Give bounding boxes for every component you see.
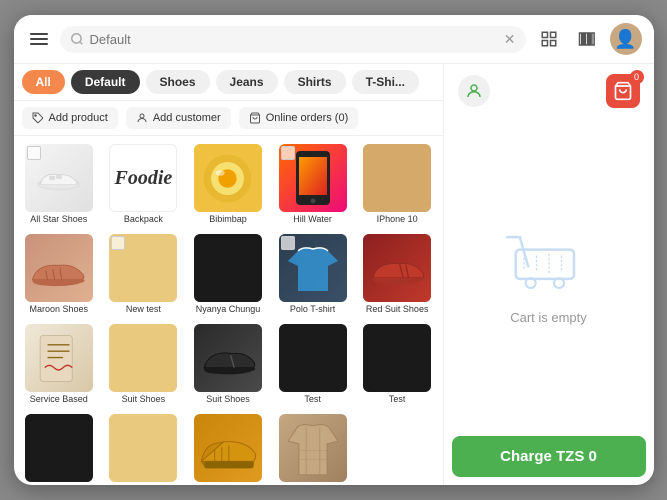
product-card[interactable]: All Star Shoes — [18, 140, 101, 228]
product-card[interactable]: Suit Shoes — [102, 320, 185, 408]
product-card[interactable]: Test — [356, 320, 439, 408]
cart-empty-area: Cart is empty — [444, 114, 654, 428]
avatar-image: 👤 — [614, 29, 636, 50]
hamburger-menu[interactable] — [26, 29, 52, 49]
product-name: Backpack — [124, 214, 163, 224]
product-image — [194, 234, 262, 302]
user-icon[interactable] — [458, 75, 490, 107]
left-panel: All Default Shoes Jeans Shirts T-Shi... … — [14, 64, 444, 485]
header: ✕ 👤 — [14, 15, 654, 64]
product-image — [279, 324, 347, 392]
tab-tshirts[interactable]: T-Shi... — [352, 70, 419, 94]
product-name: Bibimbap — [209, 214, 247, 224]
product-card[interactable]: Polo T-shirt — [271, 230, 354, 318]
product-image — [279, 234, 347, 302]
product-image — [363, 324, 431, 392]
tag-icon — [32, 112, 44, 124]
product-card[interactable]: Test — [18, 410, 101, 485]
product-card[interactable]: Suit Shoes — [187, 320, 270, 408]
search-bar[interactable]: ✕ — [60, 26, 526, 53]
product-card[interactable]: Test test — [102, 410, 185, 485]
product-image — [25, 234, 93, 302]
product-image — [25, 414, 93, 482]
header-icons: 👤 — [534, 23, 642, 55]
product-name: Maroon Shoes — [30, 304, 89, 314]
cart-empty-label: Cart is empty — [510, 310, 587, 325]
product-name: Service Based — [30, 394, 88, 404]
product-image — [279, 414, 347, 482]
online-orders-label: Online orders (0) — [266, 112, 349, 124]
product-name: Test — [304, 394, 321, 404]
products-grid: All Star Shoes Foodie Backpack — [14, 136, 443, 485]
category-tabs: All Default Shoes Jeans Shirts T-Shi... — [14, 64, 443, 101]
person-icon — [136, 112, 148, 124]
tab-all[interactable]: All — [22, 70, 65, 94]
product-name: New test — [126, 304, 161, 314]
add-customer-label: Add customer — [153, 112, 221, 124]
product-image — [109, 324, 177, 392]
product-image — [109, 414, 177, 482]
product-image: Foodie — [109, 144, 177, 212]
product-name: Suit Shoes — [206, 394, 250, 404]
product-card[interactable]: Foodie Backpack — [102, 140, 185, 228]
product-card[interactable]: Service Based — [18, 320, 101, 408]
product-image — [363, 144, 431, 212]
product-card[interactable]: New test — [102, 230, 185, 318]
product-name: Nyanya Chungu — [196, 304, 261, 314]
product-card[interactable]: IPhone 10 — [356, 140, 439, 228]
product-name: Polo T-shirt — [290, 304, 335, 314]
product-name: Test — [51, 484, 68, 485]
tab-default[interactable]: Default — [71, 70, 140, 94]
charge-button[interactable]: Charge TZS 0 — [452, 436, 646, 477]
product-image — [109, 234, 177, 302]
product-name: All Star Shoes — [30, 214, 87, 224]
tab-shoes[interactable]: Shoes — [146, 70, 210, 94]
add-customer-button[interactable]: Add customer — [126, 107, 231, 129]
product-name: Suit Shoes — [122, 394, 166, 404]
product-card[interactable]: Bibimbap — [187, 140, 270, 228]
product-card[interactable]: Red Suit Shoes — [356, 230, 439, 318]
grid-view-icon[interactable] — [534, 24, 564, 54]
product-image — [194, 414, 262, 482]
search-icon — [70, 32, 84, 46]
product-image — [194, 324, 262, 392]
product-image — [279, 144, 347, 212]
product-card[interactable]: Maroon Shoes — [18, 230, 101, 318]
action-bar: Add product Add customer Online orders (… — [14, 101, 443, 136]
main-content: All Default Shoes Jeans Shirts T-Shi... … — [14, 64, 654, 485]
product-name: Woman Coat — [286, 484, 338, 485]
cart-badge-wrap: 0 — [606, 74, 640, 108]
product-card[interactable]: Test — [271, 320, 354, 408]
cart-header: 0 — [444, 64, 654, 114]
barcode-icon[interactable] — [572, 24, 602, 54]
online-orders-button[interactable]: Online orders (0) — [239, 107, 359, 129]
tab-shirts[interactable]: Shirts — [284, 70, 346, 94]
product-image — [194, 144, 262, 212]
cart-panel: 0 Cart is e — [444, 64, 654, 485]
product-card[interactable]: Timberland Boo... — [187, 410, 270, 485]
product-card[interactable]: Woman Coat — [271, 410, 354, 485]
tab-jeans[interactable]: Jeans — [216, 70, 278, 94]
product-name: Red Suit Shoes — [366, 304, 429, 314]
search-input[interactable] — [90, 32, 498, 47]
avatar[interactable]: 👤 — [610, 23, 642, 55]
bag-icon — [249, 112, 261, 124]
product-name: Test test — [127, 484, 161, 485]
product-name: Hill Water — [293, 214, 332, 224]
product-name: Timberland Boo... — [193, 484, 264, 485]
product-name: IPhone 10 — [377, 214, 418, 224]
empty-cart-illustration — [499, 218, 599, 298]
clear-icon[interactable]: ✕ — [504, 31, 516, 48]
product-name: Test — [389, 394, 406, 404]
product-image — [25, 144, 93, 212]
add-product-label: Add product — [49, 112, 108, 124]
product-card[interactable]: Hill Water — [271, 140, 354, 228]
product-image — [25, 324, 93, 392]
product-card[interactable]: Nyanya Chungu — [187, 230, 270, 318]
product-image — [363, 234, 431, 302]
add-product-button[interactable]: Add product — [22, 107, 118, 129]
cart-count-badge: 0 — [630, 70, 644, 84]
